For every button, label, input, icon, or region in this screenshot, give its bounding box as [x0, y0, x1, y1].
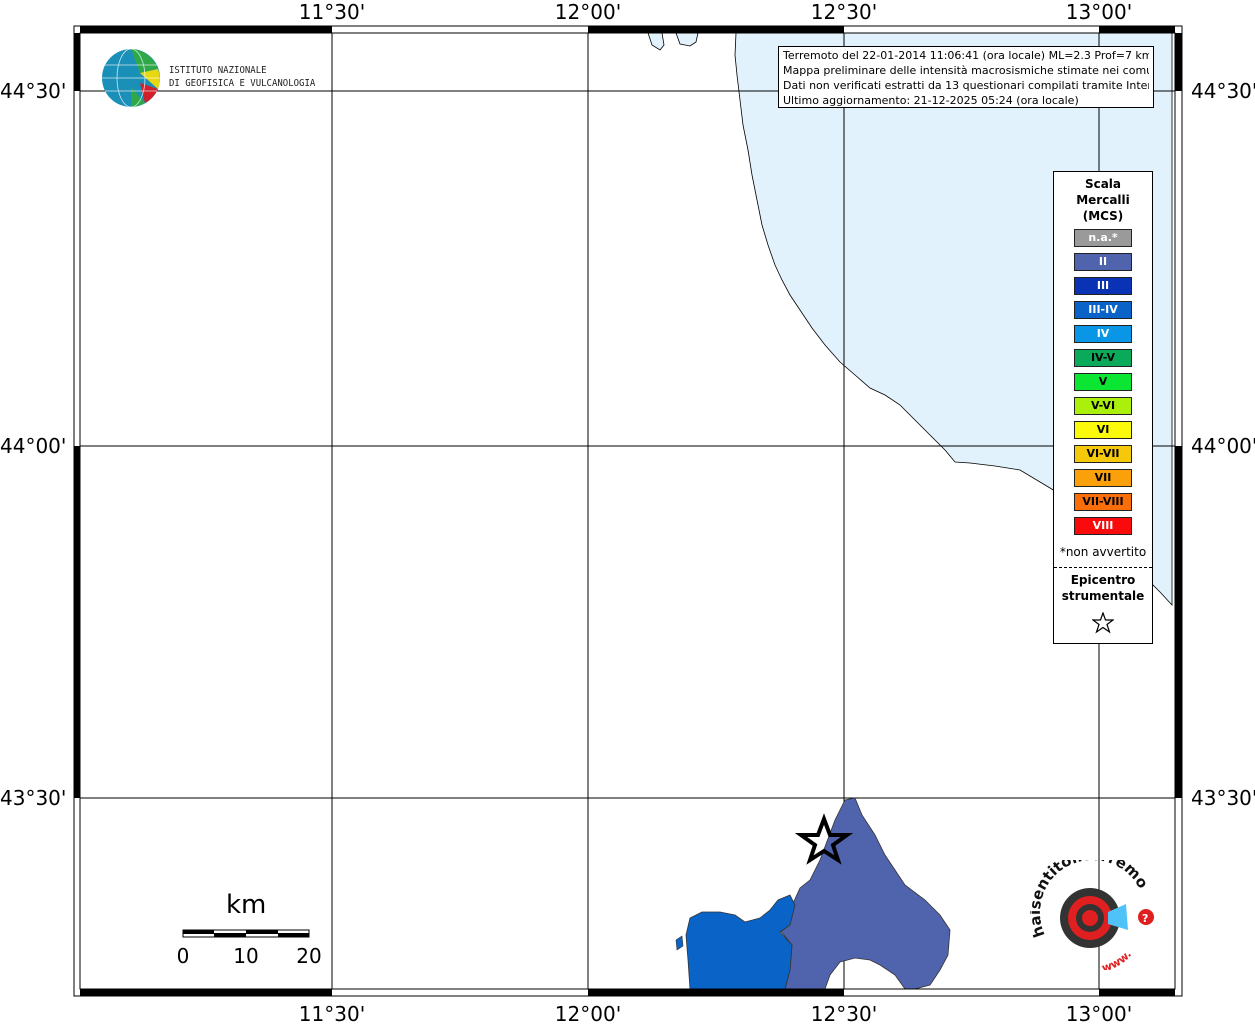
lat-label-left: 44°30' [0, 79, 67, 103]
lat-label-left: 44°00' [0, 434, 67, 458]
coast-inlet [647, 32, 699, 51]
scale-tick-label: 20 [296, 944, 322, 968]
info-line: Mappa preliminare delle intensità macros… [783, 64, 1149, 77]
lat-label-right: 44°00' [1191, 434, 1255, 458]
ingv-name-line1: ISTITUTO NAZIONALE [169, 65, 267, 76]
legend-title: Scala Mercalli (MCS) [1054, 176, 1152, 224]
legend-swatch: VIII [1074, 517, 1132, 535]
ingv-name-line2: DI GEOFISICA E VULCANOLOGIA [169, 78, 316, 89]
lat-label-right: 44°30' [1191, 79, 1255, 103]
lon-label-bottom: 13°00' [1065, 1002, 1133, 1026]
legend-epicenter-line: Epicentro [1070, 573, 1136, 587]
legend-swatch: n.a.* [1074, 229, 1132, 247]
legend-star-icon [1092, 612, 1114, 634]
scale-bar [182, 929, 310, 938]
legend-swatch: III [1074, 277, 1132, 295]
legend-swatch: VI [1074, 421, 1132, 439]
event-info-box: Terremoto del 22-01-2014 11:06:41 (ora l… [778, 46, 1154, 108]
lon-label-bottom: 12°30' [810, 1002, 878, 1026]
legend-swatch: II [1074, 253, 1132, 271]
legend-swatch: IV-V [1074, 349, 1132, 367]
lat-label-right: 43°30' [1191, 786, 1255, 810]
legend-swatch: VII-VIII [1074, 493, 1132, 511]
legend-swatch: III-IV [1074, 301, 1132, 319]
scale-tick-label: 10 [233, 944, 259, 968]
haisentito-logo[interactable]: ? haisentitoilterremoto.it www. [1030, 860, 1160, 970]
legend-note: *non avvertito [1059, 545, 1147, 559]
legend-swatch: V-VI [1074, 397, 1132, 415]
legend-divider [1054, 567, 1152, 568]
legend-swatch: VI-VII [1074, 445, 1132, 463]
haisentito-logo-prefix: www. [1100, 948, 1134, 970]
info-line: Terremoto del 22-01-2014 11:06:41 (ora l… [783, 49, 1149, 62]
lon-label-bottom: 12°00' [554, 1002, 622, 1026]
lon-label-top: 13°00' [1065, 0, 1133, 24]
ingv-globe-logo [102, 48, 160, 108]
legend-swatch: V [1074, 373, 1132, 391]
svg-text:www.: www. [1100, 948, 1134, 970]
legend-epicenter-line: strumentale [1061, 589, 1145, 603]
lon-label-top: 12°00' [554, 0, 622, 24]
region-intensity-ii [779, 797, 951, 990]
legend-title-line: (MCS) [1082, 209, 1124, 223]
lat-label-left: 43°30' [0, 786, 67, 810]
lon-label-bottom: 11°30' [298, 1002, 366, 1026]
scale-tick-label: 0 [176, 944, 190, 968]
region-intensity-iii-iv [685, 894, 796, 990]
legend-panel: Scala Mercalli (MCS) n.a.* II III III-IV IV I… [1053, 171, 1153, 644]
legend-title-line: Mercalli [1076, 193, 1130, 207]
info-line: Dati non verificati estratti da 13 quest… [783, 79, 1149, 92]
ingv-name: ISTITUTO NAZIONALE DI GEOFISICA E VULCAN… [169, 64, 315, 90]
info-line: Ultimo aggiornamento: 21-12-2025 05:24 (… [783, 94, 1079, 107]
region-islet [675, 935, 684, 951]
legend-epicenter-label: Epicentro strumentale [1054, 572, 1152, 604]
legend-swatch: IV [1074, 325, 1132, 343]
lon-label-top: 11°30' [298, 0, 366, 24]
legend-swatch: VII [1074, 469, 1132, 487]
lon-label-top: 12°30' [810, 0, 878, 24]
scale-unit-label: km [226, 890, 267, 920]
svg-text:?: ? [1142, 912, 1148, 925]
legend-title-line: Scala [1084, 177, 1122, 191]
